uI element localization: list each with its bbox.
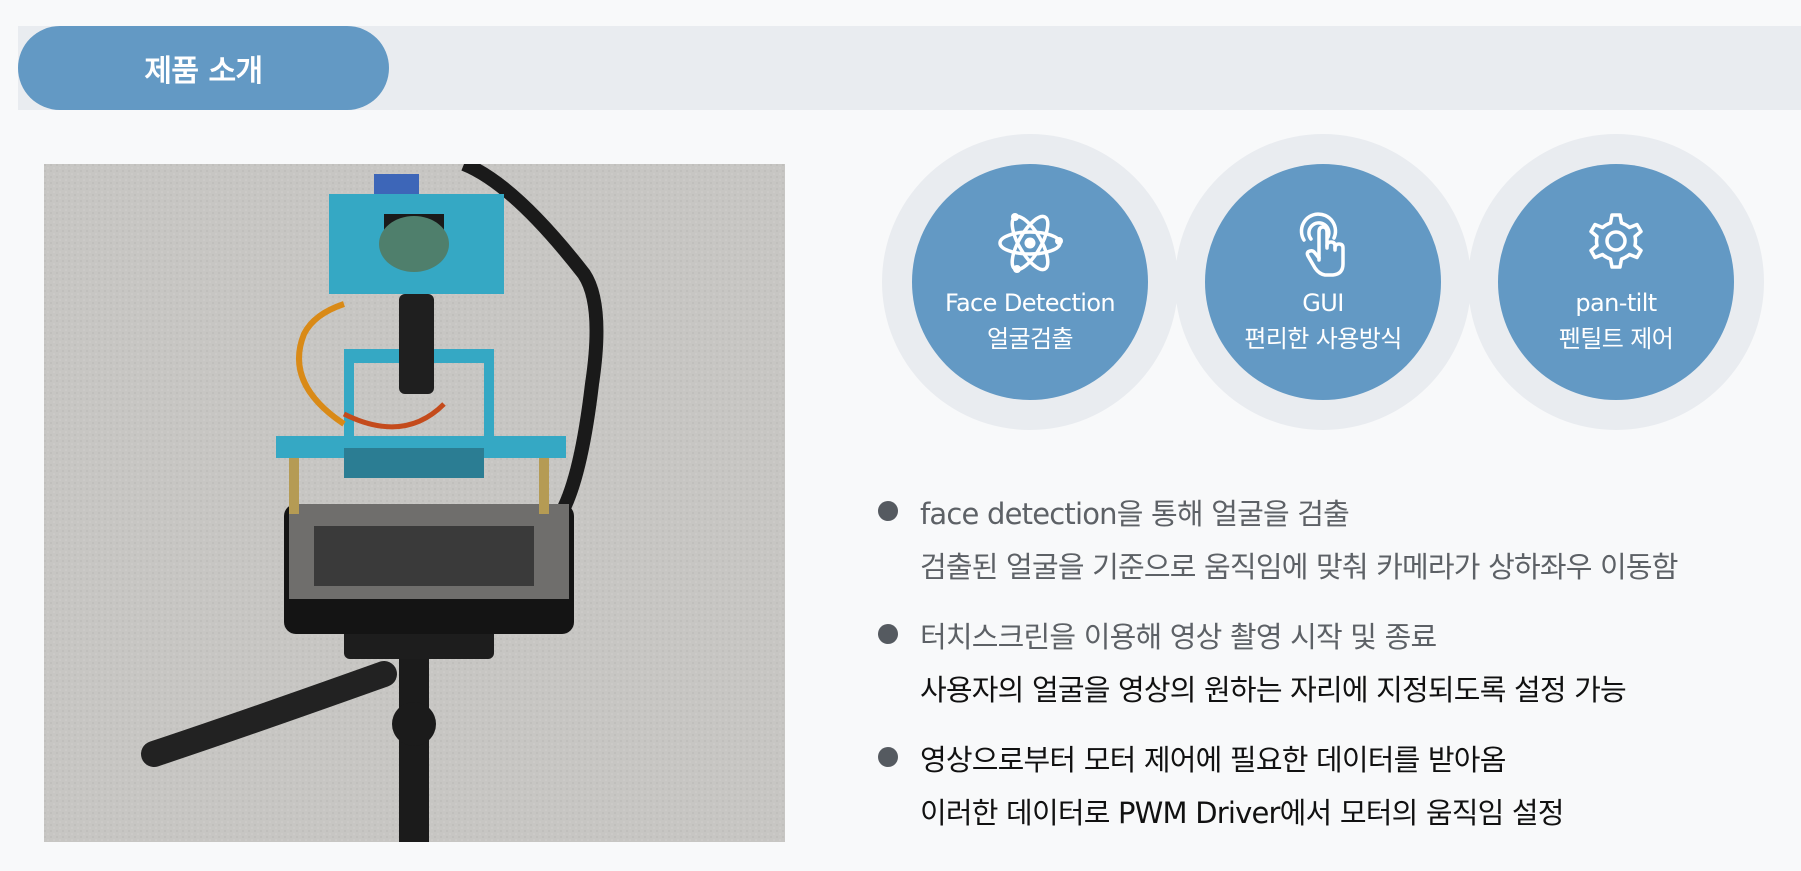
- product-photo: [44, 164, 785, 842]
- list-item: 영상으로부터 모터 제어에 필요한 데이터를 받아옴 이러한 데이터로 PWM …: [872, 734, 1772, 840]
- bullet-icon: [878, 747, 898, 767]
- bullet-icon: [878, 501, 898, 521]
- feature-subtitle: 얼굴검출: [987, 325, 1074, 353]
- atom-icon: [993, 206, 1067, 280]
- feature-title: pan-tilt: [1575, 289, 1657, 317]
- feature-face-detection: Face Detection 얼굴검출: [912, 164, 1148, 400]
- feature-gui: GUI 편리한 사용방식: [1205, 164, 1441, 400]
- gear-icon: [1579, 206, 1653, 280]
- bullet-line-primary: face detection을 통해 얼굴을 검출: [920, 497, 1350, 531]
- bullet-line-primary: 터치스크린을 이용해 영상 촬영 시작 및 종료: [920, 620, 1437, 654]
- feature-pan-tilt: pan-tilt 펜틸트 제어: [1498, 164, 1734, 400]
- bullet-line-primary: 영상으로부터 모터 제어에 필요한 데이터를 받아옴: [920, 743, 1506, 777]
- feature-subtitle: 편리한 사용방식: [1244, 325, 1402, 353]
- feature-description-list: face detection을 통해 얼굴을 검출 검출된 얼굴을 기준으로 움…: [872, 488, 1772, 857]
- list-item: 터치스크린을 이용해 영상 촬영 시작 및 종료 사용자의 얼굴을 영상의 원하…: [872, 611, 1772, 717]
- touch-icon: [1286, 206, 1360, 280]
- feature-subtitle: 펜틸트 제어: [1558, 325, 1674, 353]
- list-item: face detection을 통해 얼굴을 검출 검출된 얼굴을 기준으로 움…: [872, 488, 1772, 594]
- feature-title: GUI: [1302, 289, 1344, 317]
- page-title: 제품 소개: [18, 26, 389, 110]
- feature-title: Face Detection: [944, 289, 1116, 317]
- bullet-line-secondary: 검출된 얼굴을 기준으로 움직임에 맞춰 카메라가 상하좌우 이동함: [920, 550, 1679, 584]
- bullet-line-secondary: 이러한 데이터로 PWM Driver에서 모터의 움직임 설정: [920, 796, 1565, 830]
- bullet-line-secondary: 사용자의 얼굴을 영상의 원하는 자리에 지정되도록 설정 가능: [920, 673, 1627, 707]
- bullet-icon: [878, 624, 898, 644]
